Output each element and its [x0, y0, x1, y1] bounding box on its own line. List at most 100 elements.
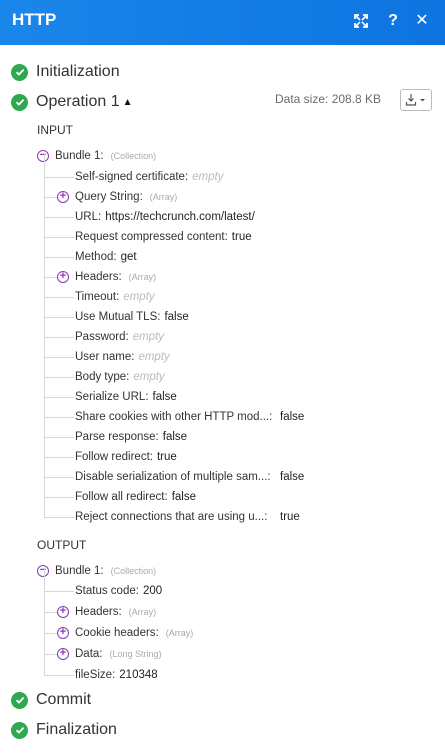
tree-item: Password: empty [75, 329, 164, 345]
tree-item: Request compressed content: true [75, 229, 252, 245]
tree-branch [44, 517, 74, 518]
colon: : [149, 451, 153, 463]
tree-branch [44, 417, 74, 418]
item-key: Data [75, 648, 100, 660]
step-commit[interactable]: Commit [11, 690, 91, 710]
tree-item: Self-signed certificate: empty [75, 169, 223, 185]
tree-item[interactable]: + Query String: (Array) [57, 189, 177, 205]
colon: : [157, 311, 161, 323]
tree-item[interactable]: + Headers: (Array) [57, 269, 156, 285]
item-key: Method [75, 251, 114, 263]
tree-item: Body type: empty [75, 369, 165, 385]
item-value: true [280, 511, 300, 523]
check-icon [11, 93, 28, 111]
expand-icon[interactable]: + [57, 606, 69, 618]
tree-item[interactable]: + Data: (Long String) [57, 646, 162, 662]
expand-icon[interactable] [350, 10, 372, 32]
step-finalization[interactable]: Finalization [11, 720, 117, 740]
step-label: Finalization [36, 721, 117, 738]
item-value: true [231, 231, 252, 243]
expand-icon[interactable]: + [57, 271, 69, 283]
check-icon [11, 691, 28, 709]
output-bundle[interactable]: − Bundle 1: (Collection) [37, 563, 156, 579]
tree-branch [44, 654, 57, 655]
item-value: false [280, 471, 305, 483]
tree-item: Status code:200 [75, 583, 162, 599]
item-value: empty [123, 291, 155, 303]
item-key: Query String [75, 191, 140, 203]
item-value: get [120, 251, 137, 263]
colon: : [267, 471, 271, 483]
expand-icon[interactable]: + [57, 191, 69, 203]
expand-icon[interactable]: + [57, 648, 69, 660]
tree-item: Reject connections that are using u...: t… [75, 509, 300, 525]
download-button[interactable] [400, 89, 432, 111]
colon: : [113, 251, 117, 263]
item-type: (Array) [128, 607, 157, 617]
item-key: Body type [75, 371, 127, 383]
colon: : [125, 331, 129, 343]
tree-item: Serialize URL: false [75, 389, 177, 405]
item-value: empty [138, 351, 170, 363]
tree-branch [44, 497, 74, 498]
collapse-icon[interactable]: − [37, 565, 49, 577]
step-label: Commit [36, 691, 92, 708]
colon: : [139, 191, 143, 203]
item-type: (Long String) [109, 649, 162, 659]
step-operation[interactable]: Operation 1 ▲ [11, 92, 133, 112]
item-type: (Array) [149, 192, 178, 202]
tree-branch [44, 237, 74, 238]
colon: : [184, 171, 189, 183]
data-size: Data size: 208.8 KB [275, 92, 382, 106]
expand-icon[interactable]: + [57, 627, 69, 639]
close-icon[interactable]: ✕ [411, 10, 433, 32]
colon: : [155, 627, 159, 639]
tree-branch [44, 277, 57, 278]
colon: : [145, 391, 149, 403]
item-key: URL [75, 211, 99, 223]
item-key: Disable serialization of multiple sam... [75, 471, 268, 483]
help-icon[interactable]: ? [382, 10, 404, 32]
module-header: HTTP ? ✕ [0, 0, 445, 45]
tree-branch [44, 217, 74, 218]
item-key: Follow redirect [75, 451, 150, 463]
item-key: fileSize [75, 669, 113, 681]
item-key: Password [75, 331, 126, 343]
collapse-icon[interactable]: − [37, 150, 49, 162]
tree-item[interactable]: + Headers: (Array) [57, 604, 156, 620]
item-value: https://techcrunch.com/latest/ [105, 211, 255, 223]
download-icon [405, 94, 425, 106]
tree-item: Timeout: empty [75, 289, 155, 305]
colon: : [126, 371, 130, 383]
colon: : [98, 211, 102, 223]
colon: : [118, 271, 122, 283]
tree-item: Method: get [75, 249, 137, 265]
tree-branch [44, 357, 74, 358]
item-type: (Array) [128, 272, 157, 282]
tree-item: Follow all redirect: false [75, 489, 196, 505]
tree-branch [44, 297, 74, 298]
colon: : [264, 511, 268, 523]
tree-item: fileSize:210348 [75, 667, 158, 683]
tree-branch [44, 457, 74, 458]
colon: : [118, 606, 122, 618]
item-value: empty [192, 171, 224, 183]
tree-branch [44, 257, 74, 258]
colon: : [269, 411, 273, 423]
input-bundle[interactable]: − Bundle 1: (Collection) [37, 148, 156, 164]
step-label: Initialization [36, 63, 120, 80]
tree-item[interactable]: + Cookie headers: (Array) [57, 625, 193, 641]
input-heading: INPUT [37, 123, 73, 137]
item-key: Parse response [75, 431, 156, 443]
tree-item: Use Mutual TLS: false [75, 309, 189, 325]
item-key: Use Mutual TLS [75, 311, 158, 323]
tree-item: Share cookies with other HTTP mod...: fal… [75, 409, 304, 425]
colon: : [99, 648, 103, 660]
caret-up-icon[interactable]: ▲ [123, 97, 133, 108]
tree-branch [44, 437, 74, 438]
item-value: false [162, 431, 188, 443]
tree-branch [44, 397, 74, 398]
step-initialization[interactable]: Initialization [11, 62, 120, 82]
tree-branch [44, 197, 57, 198]
item-type: (Array) [165, 628, 194, 638]
